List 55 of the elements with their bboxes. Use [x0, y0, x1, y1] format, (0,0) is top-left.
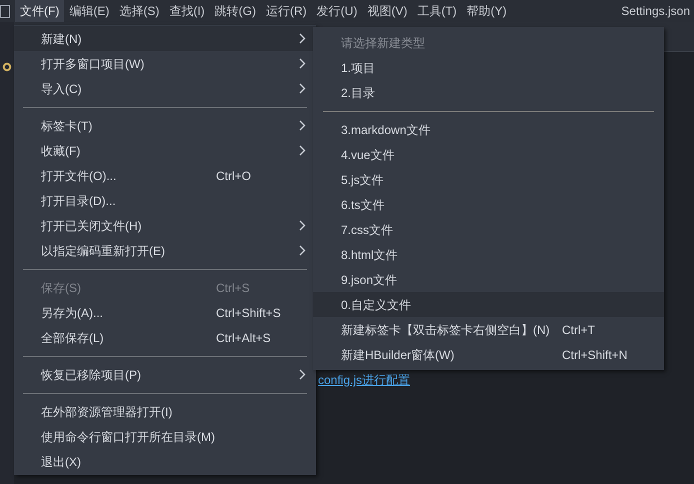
chevron-right-icon	[299, 33, 306, 44]
menu-item[interactable]: 1.项目	[313, 55, 664, 80]
menu-item[interactable]: 3.markdown文件	[313, 117, 664, 142]
menu-bar-item[interactable]: 运行(R)	[260, 0, 312, 22]
chevron-right-icon	[299, 58, 306, 69]
menu-item[interactable]: 导入(C)	[14, 76, 316, 101]
menu-item[interactable]: 9.json文件	[313, 267, 664, 292]
submenu-header: 请选择新建类型	[341, 34, 425, 52]
menu-item[interactable]: 另存为(A)... Ctrl+Shift+S	[14, 300, 316, 325]
shortcut-label: Ctrl+Shift+S	[216, 304, 281, 322]
menu-item[interactable]: 打开多窗口项目(W)	[14, 51, 316, 76]
menu-item[interactable]: 使用命令行窗口打开所在目录(M)	[14, 424, 316, 449]
shortcut-label: Ctrl+T	[562, 322, 595, 338]
menu-item[interactable]: 在外部资源管理器打开(I)	[14, 399, 316, 424]
shortcut-label: Ctrl+O	[216, 168, 252, 184]
chevron-right-icon	[299, 245, 306, 256]
menu-bar-item[interactable]: 选择(S)	[114, 0, 164, 22]
chevron-right-icon	[299, 83, 306, 94]
menu-item[interactable]: 退出(X)	[14, 449, 316, 474]
shortcut-label: Ctrl+Alt+S	[216, 330, 271, 346]
menu-item[interactable]: 以指定编码重新打开(E)	[14, 238, 316, 263]
menu-item[interactable]: 全部保存(L) Ctrl+Alt+S	[14, 325, 316, 350]
shortcut-label: Ctrl+S	[216, 280, 250, 296]
menu-bar-item[interactable]: 帮助(Y)	[462, 0, 512, 22]
chevron-right-icon	[299, 369, 306, 380]
menu-item[interactable]: 新建(N)	[14, 26, 316, 51]
menu-item[interactable]: 4.vue文件	[313, 142, 664, 167]
menu-bar-item[interactable]: 工具(T)	[412, 0, 462, 22]
menu-item[interactable]: 新建标签卡【双击标签卡右侧空白】(N) Ctrl+T	[313, 317, 664, 342]
menu-item[interactable]: 2.目录	[313, 80, 664, 105]
menu-bar-item[interactable]: 查找(I)	[164, 0, 210, 22]
window-title: Settings.json	[621, 3, 690, 20]
menu-item[interactable]: 打开已关闭文件(H)	[14, 213, 316, 238]
menu-item[interactable]: 5.js文件	[313, 167, 664, 192]
menu-item[interactable]: 打开文件(O)... Ctrl+O	[14, 163, 316, 188]
config-link[interactable]: config.js进行配置	[318, 373, 410, 387]
menu-bar-item[interactable]: 编辑(E)	[64, 0, 114, 22]
chevron-right-icon	[299, 120, 306, 131]
chevron-right-icon	[299, 220, 306, 231]
menu-item[interactable]: 6.ts文件	[313, 192, 664, 217]
menu-item[interactable]: 收藏(F)	[14, 138, 316, 163]
chevron-right-icon	[299, 145, 306, 156]
menu-item[interactable]: 7.css文件	[313, 217, 664, 242]
menu-item[interactable]: 新建HBuilder窗体(W) Ctrl+Shift+N	[313, 342, 664, 367]
menu-item[interactable]: 0.自定义文件	[313, 292, 664, 317]
menu-bar-item[interactable]: 文件(F)	[15, 0, 64, 22]
shortcut-label: Ctrl+Shift+N	[562, 346, 628, 364]
menu-item[interactable]: 8.html文件	[313, 242, 664, 267]
app-icon	[0, 4, 10, 18]
menu-bar-item[interactable]: 跳转(G)	[210, 0, 261, 22]
menu-bar-item[interactable]: 发行(U)	[312, 0, 362, 22]
menu-bar-item[interactable]: 视图(V)	[362, 0, 412, 22]
menu-item[interactable]: 恢复已移除项目(P)	[14, 362, 316, 387]
menu-item[interactable]: 打开目录(D)...	[14, 188, 316, 213]
menu-item[interactable]: 标签卡(T)	[14, 113, 316, 138]
